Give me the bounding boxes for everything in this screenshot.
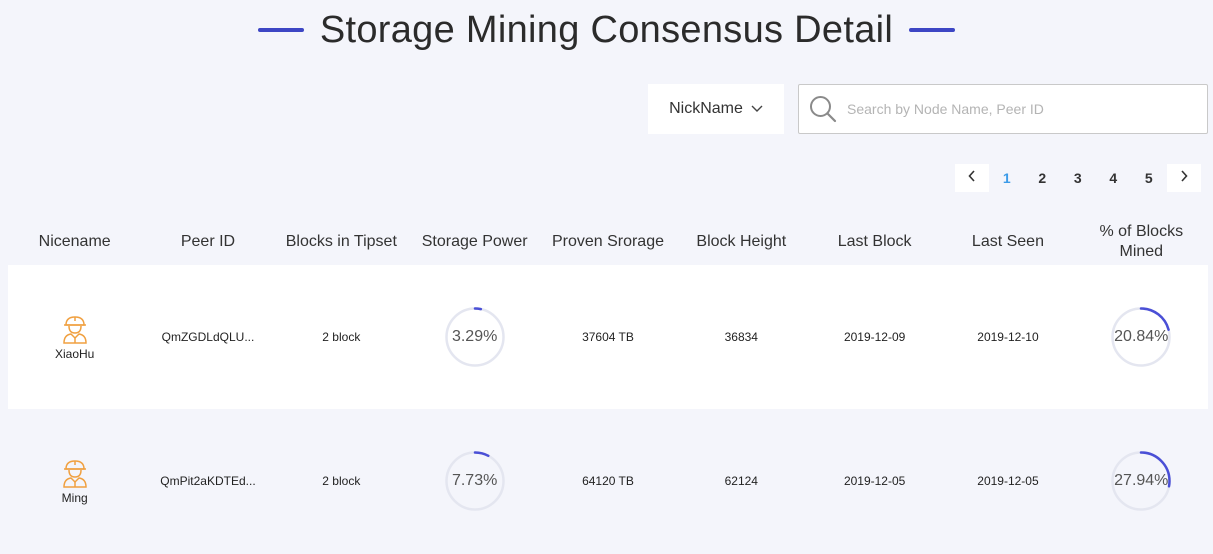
page-title: Storage Mining Consensus Detail <box>319 8 894 51</box>
nickname-cell: XiaoHu <box>8 313 141 361</box>
nickname-cell: Ming <box>8 457 141 505</box>
miner-avatar-icon <box>59 457 91 489</box>
block-height-cell: 36834 <box>724 330 758 344</box>
pagination-page-5[interactable]: 5 <box>1131 170 1167 186</box>
storage-power-label: 7.73% <box>451 472 498 489</box>
search-icon[interactable] <box>809 95 837 123</box>
last-seen-cell: 2019-12-10 <box>977 330 1039 344</box>
pagination-page-2[interactable]: 2 <box>1025 170 1061 186</box>
header-blocks-in-tipset[interactable]: Blocks in Tipset <box>275 232 408 252</box>
pagination-next-button[interactable] <box>1166 164 1201 192</box>
chevron-down-icon <box>751 105 763 113</box>
storage-power-ring: 7.73% <box>444 450 506 512</box>
title-right-line <box>909 28 956 32</box>
pagination-prev-button[interactable] <box>955 164 989 192</box>
chevron-right-icon <box>1180 169 1188 187</box>
block-height-cell: 62124 <box>724 474 758 488</box>
header-pct-blocks-line1: % of Blocks <box>1099 223 1184 240</box>
pct-blocks-ring: 20.84% <box>1110 306 1172 368</box>
miner-avatar-icon <box>59 313 91 345</box>
header-storage-power[interactable]: Storage Power <box>408 232 541 252</box>
title-left-line <box>257 28 304 32</box>
nickname-text[interactable]: XiaoHu <box>55 347 94 361</box>
storage-power-cell: 7.73% <box>408 450 541 512</box>
storage-power-label: 3.29% <box>451 328 498 345</box>
proven-storage-cell: 64120 TB <box>582 474 634 488</box>
header-proven-storage[interactable]: Proven Srorage <box>541 232 674 252</box>
last-block-cell: 2019-12-05 <box>843 474 906 488</box>
pagination-page-1[interactable]: 1 <box>989 170 1025 186</box>
header-block-height[interactable]: Block Height <box>675 232 808 252</box>
last-block-cell: 2019-12-09 <box>843 330 906 344</box>
header-last-seen[interactable]: Last Seen <box>941 232 1074 252</box>
header-peer-id[interactable]: Peer ID <box>141 232 274 252</box>
peer-id-cell[interactable]: QmZGDLdQLU... <box>141 330 274 344</box>
nickname-text[interactable]: Ming <box>62 491 88 505</box>
pct-blocks-mined-cell: 20.84% <box>1075 306 1208 368</box>
header-nickname[interactable]: Nicename <box>8 232 141 252</box>
search-box[interactable] <box>798 84 1208 134</box>
page-header: Storage Mining Consensus Detail <box>0 6 1213 54</box>
table-row[interactable]: XiaoHu QmZGDLdQLU... 2 block 3.29% 37604… <box>8 265 1208 409</box>
last-seen-cell: 2019-12-05 <box>977 474 1039 488</box>
table-header: Nicename Peer ID Blocks in Tipset Storag… <box>8 220 1208 264</box>
proven-storage-cell: 37604 TB <box>582 330 634 344</box>
pagination-page-4[interactable]: 4 <box>1096 170 1132 186</box>
blocks-in-tipset-cell: 2 block <box>322 330 361 344</box>
chevron-left-icon <box>968 169 976 187</box>
search-input[interactable] <box>847 101 1187 117</box>
nickname-select-value: NickName <box>669 100 743 117</box>
storage-power-cell: 3.29% <box>408 306 541 368</box>
pct-blocks-mined-cell: 27.94% <box>1075 450 1208 512</box>
header-last-block[interactable]: Last Block <box>808 232 941 252</box>
pct-blocks-ring: 27.94% <box>1110 450 1172 512</box>
pagination-page-3[interactable]: 3 <box>1060 170 1096 186</box>
nickname-select[interactable]: NickName <box>648 84 784 134</box>
table-row[interactable]: Ming QmPit2aKDTEd... 2 block 7.73% 64120… <box>8 409 1208 553</box>
storage-power-ring: 3.29% <box>444 306 506 368</box>
pagination-pages: 12345 <box>989 170 1167 186</box>
blocks-in-tipset-cell: 2 block <box>322 474 361 488</box>
pct-blocks-label: 20.84% <box>1114 328 1169 345</box>
pct-blocks-label: 27.94% <box>1114 472 1169 489</box>
header-pct-blocks-mined[interactable]: % of Blocks Mined <box>1075 222 1208 262</box>
header-pct-blocks-line2: Mined <box>1119 243 1164 260</box>
peer-id-cell[interactable]: QmPit2aKDTEd... <box>141 474 274 488</box>
pagination: 12345 <box>955 164 1201 192</box>
